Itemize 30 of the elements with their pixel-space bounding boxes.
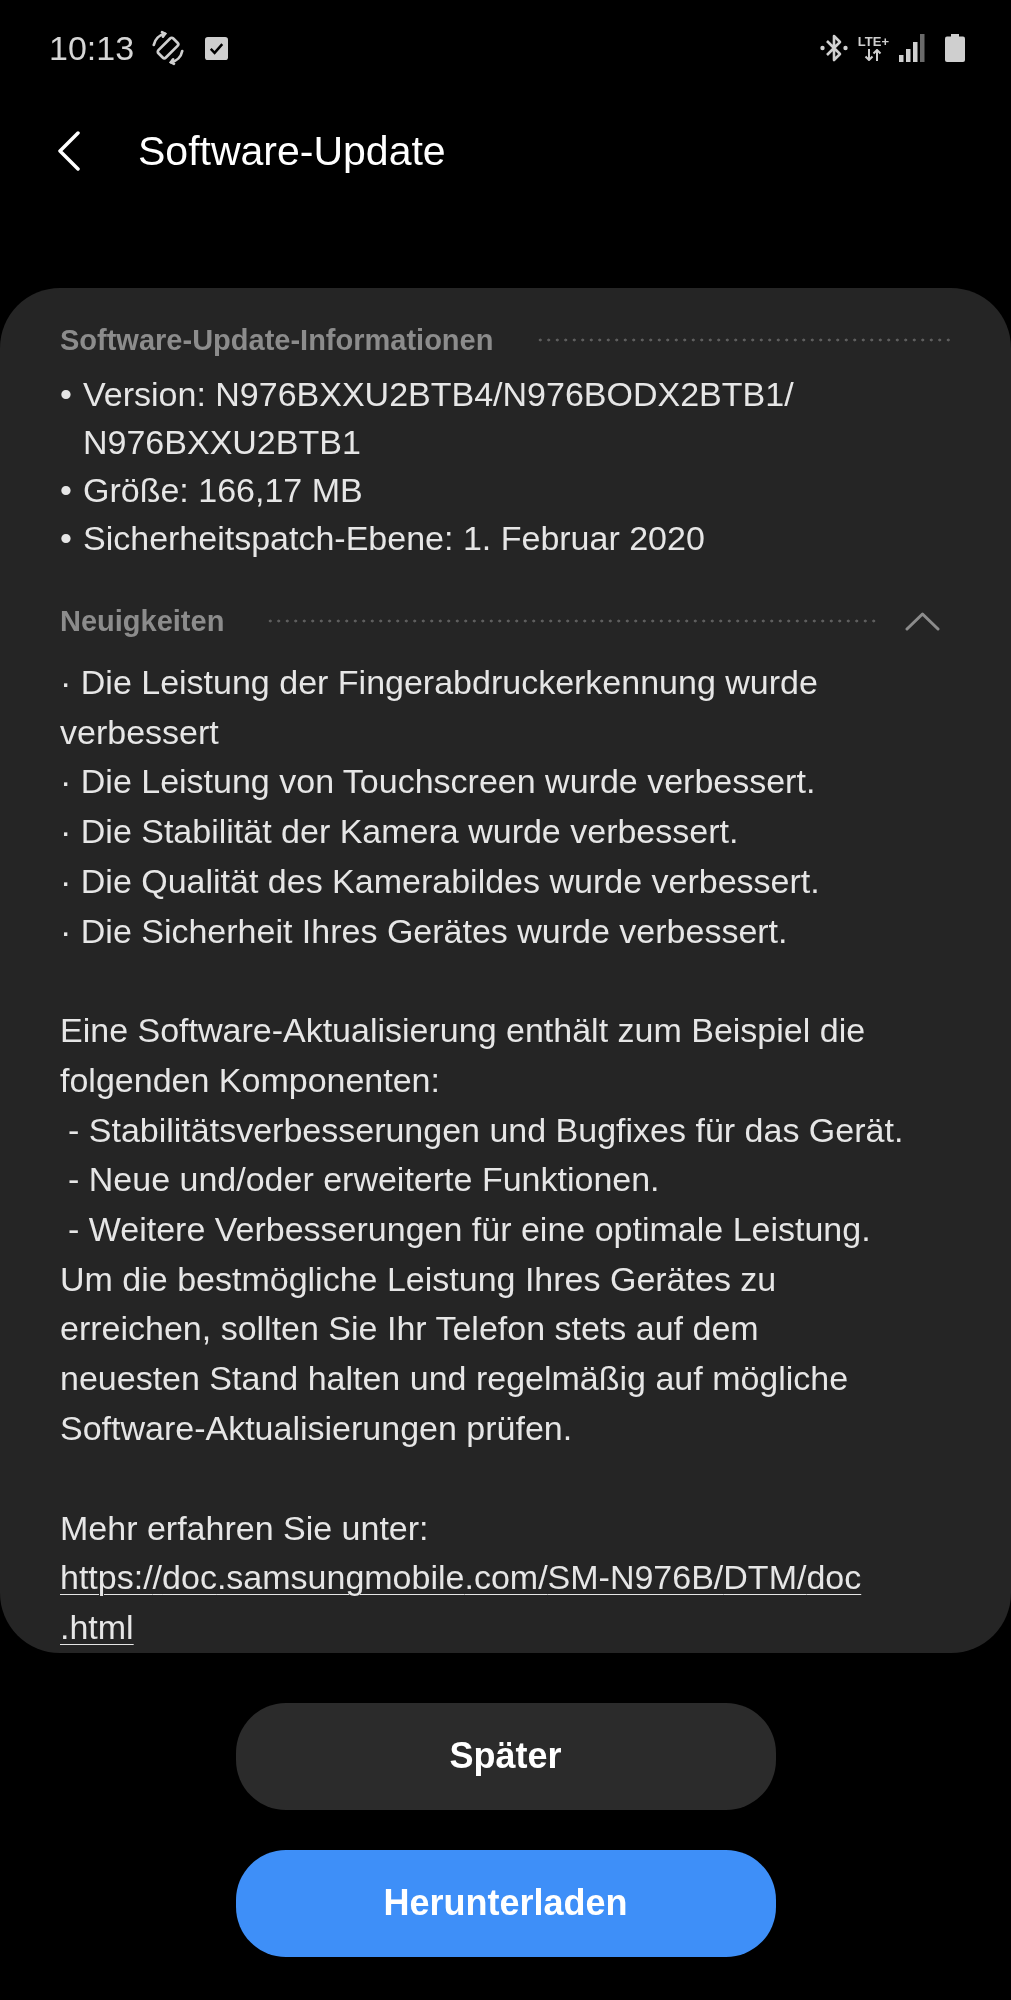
change-item: · Die Sicherheit Ihres Gerätes wurde verbessert. (60, 910, 789, 952)
network-type-label: LTE+ (857, 35, 889, 49)
list-bullet: • (60, 374, 73, 415)
battery-icon (944, 34, 966, 62)
description-text: Eine Software-Aktualisierung enthält zum Beispiel die folgenden Komponenten: (60, 1010, 867, 1101)
info-text: Größe: 166,17 MB (83, 470, 363, 511)
component-item: - Weitere Verbesserungen für eine optimale Leistung. (67, 1209, 871, 1251)
info-text: Version: N976BXXU2BTB4/N976BODX2BTB1/N976BXXU2BTB1 (83, 374, 795, 463)
list-bullet: • (60, 470, 73, 511)
change-item: · Die Stabilität der Kamera wurde verbessert. (60, 811, 740, 853)
signal-icon (898, 34, 926, 62)
chevron-up-icon[interactable] (905, 611, 940, 631)
page-title: Software-Update (138, 130, 446, 172)
change-item: · Die Leistung der Fingerabdruckerkennung wurde verbessert (60, 662, 819, 753)
section-title: Neuigkeiten (60, 606, 225, 636)
more-info-label: Mehr erfahren Sie unter: (60, 1507, 429, 1549)
info-text: Sicherheitspatch-Ebene: 1. Februar 2020 (83, 518, 705, 559)
more-info-link[interactable]: https://doc.samsungmobile.com/SM-N976B/DTM/doc.html (60, 1553, 920, 1653)
section-title: Software-Update-Informationen (60, 325, 494, 355)
component-item: - Neue und/oder erweiterte Funktionen. (67, 1159, 660, 1201)
change-item: · Die Leistung von Touchscreen wurde verbessert. (60, 761, 817, 803)
list-bullet: • (60, 518, 73, 559)
change-item: · Die Qualität des Kamerabildes wurde verbessert. (60, 860, 821, 902)
component-item: - Stabilitätsverbesserungen und Bugfixes für das Gerät. (67, 1109, 904, 1151)
check-square-icon (205, 36, 229, 60)
back-icon[interactable] (57, 131, 81, 171)
data-arrows-icon (863, 49, 884, 61)
description-text: Um die bestmögliche Leistung Ihres Gerätes zu erreichen, sollten Sie Ihr Telefon stets auf dem neuesten Stand halten und regelmäßig auf mögliche Software-Aktualisierungen prüfen. (60, 1258, 850, 1449)
status-time: 10:13 (49, 31, 135, 65)
later-button[interactable]: Später (235, 1702, 776, 1810)
